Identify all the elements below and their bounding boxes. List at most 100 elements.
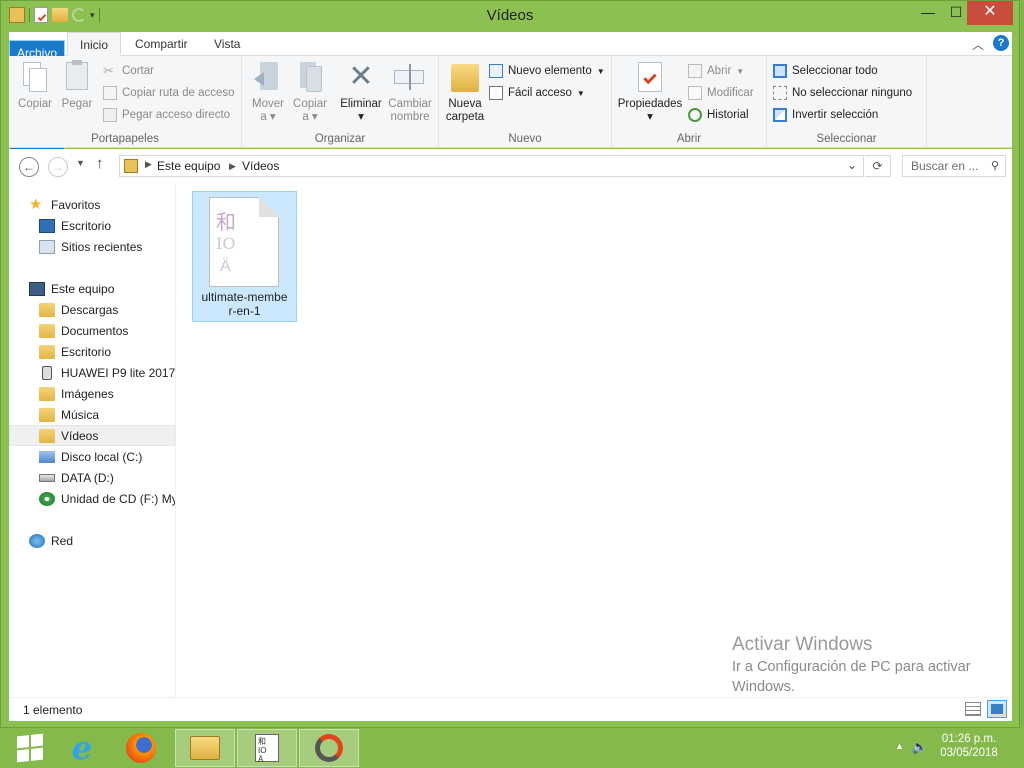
address-dropdown-chevron-icon[interactable]: ⌄ [847, 158, 857, 172]
history-button[interactable]: Historial [688, 106, 749, 124]
back-button[interactable]: ← [19, 157, 39, 177]
easy-access-button[interactable]: Fácil acceso ▼ [489, 84, 585, 102]
volume-icon[interactable]: 🔈 [912, 739, 928, 755]
taskbar-notepad[interactable]: 和 IO Ä [237, 729, 297, 767]
nav-item-musica[interactable]: Música [9, 404, 175, 425]
address-input[interactable]: ▶ Este equipo ▶ Vídeos ⌄ [119, 155, 864, 177]
item-count: 1 elemento [23, 703, 83, 717]
nav-item-escritorio[interactable]: Escritorio [9, 215, 175, 236]
move-to-button[interactable]: Mover a ▾ [248, 60, 288, 124]
taskbar-file-explorer[interactable] [175, 729, 235, 767]
cut-button[interactable]: ✂ Cortar [103, 62, 154, 80]
nav-label: Este equipo [51, 281, 115, 296]
tab-vista[interactable]: Vista [201, 32, 253, 56]
nav-label: Música [61, 407, 100, 422]
minimize-button[interactable]: — [913, 1, 943, 25]
paste-shortcut-icon [103, 108, 117, 122]
show-hidden-icons-button[interactable]: ▲ [895, 741, 904, 751]
refresh-button[interactable]: ⟳ [865, 155, 891, 177]
delete-button[interactable]: ✕ Eliminar ▾ [338, 60, 384, 124]
copy-to-icon [294, 60, 326, 94]
taskbar: e 和 IO Ä ▲ 🔈 01:26 p.m. 03/05/2018 [0, 728, 1024, 768]
up-button[interactable]: ↑ [96, 155, 104, 172]
edit-button[interactable]: Modificar [688, 84, 754, 102]
new-item-button[interactable]: Nuevo elemento ▼ [489, 62, 605, 80]
clock-date: 03/05/2018 [940, 747, 998, 759]
copy-to-label-2: a [302, 111, 309, 123]
search-box[interactable]: Buscar en ... ⚲ [902, 155, 1006, 177]
nav-item-sitios-recientes[interactable]: Sitios recientes [9, 236, 175, 257]
copy-path-button[interactable]: Copiar ruta de acceso [103, 84, 235, 102]
chevron-down-icon: ▼ [576, 88, 585, 98]
nav-item-favoritos[interactable]: ★ Favoritos [9, 194, 175, 215]
forward-button[interactable]: → [48, 157, 68, 177]
internet-explorer-icon: e [71, 729, 93, 767]
nav-item-huawei[interactable]: HUAWEI P9 lite 2017 [9, 362, 175, 383]
taskbar-firefox[interactable] [111, 729, 171, 767]
paste-label: Pegar [61, 98, 93, 110]
cd-drive-icon [39, 491, 55, 506]
nav-item-red[interactable]: Red [9, 530, 175, 551]
nav-label: Descargas [61, 302, 119, 317]
tab-compartir[interactable]: Compartir [122, 32, 201, 56]
tab-inicio[interactable]: Inicio [67, 32, 121, 56]
details-view-icon[interactable] [965, 702, 981, 716]
rename-button[interactable]: Cambiar nombre [385, 60, 435, 124]
rename-label: Cambiar [388, 98, 432, 110]
nav-item-data-d[interactable]: DATA (D:) [9, 467, 175, 488]
select-none-button[interactable]: No seleccionar ninguno [773, 84, 912, 102]
nav-item-escritorio-2[interactable]: Escritorio [9, 341, 175, 362]
content-area: ★ Favoritos Escritorio Sitios recientes E… [9, 183, 1012, 697]
large-icons-view-icon[interactable] [987, 700, 1007, 718]
nav-item-descargas[interactable]: Descargas [9, 299, 175, 320]
ribbon-tabs: Archivo Inicio Compartir Vista ︿ ? [9, 32, 1012, 171]
group-nuevo: Nueva carpeta Nuevo elemento ▼ Fácil acces… [439, 56, 612, 148]
star-icon: ★ [29, 195, 43, 213]
recent-locations-chevron-icon[interactable]: ▼ [76, 158, 85, 168]
help-icon[interactable]: ? [993, 35, 1009, 51]
file-explorer-icon [190, 736, 220, 760]
window-title: Vídeos [486, 7, 534, 24]
sync-app-icon [315, 734, 343, 762]
new-folder-label: Nueva [448, 98, 482, 110]
nav-item-disco-c[interactable]: Disco local (C:) [9, 446, 175, 467]
clock-time: 01:26 p.m. [941, 733, 997, 745]
copy-to-button[interactable]: Copiar a ▾ [290, 60, 330, 124]
move-to-label-2: a [260, 111, 267, 123]
cut-label: Cortar [122, 65, 154, 77]
close-button[interactable]: ✕ [967, 1, 1013, 25]
chevron-right-icon: ▶ [229, 161, 236, 171]
document-glyph: IO [216, 234, 236, 253]
nav-item-este-equipo[interactable]: Este equipo [9, 278, 175, 299]
new-folder-button[interactable]: Nueva carpeta [443, 60, 487, 124]
group-seleccionar: Seleccionar todo No seleccionar ninguno … [767, 56, 927, 148]
desktop-icon [39, 218, 55, 233]
breadcrumb-videos[interactable]: Vídeos [242, 159, 279, 173]
taskbar-app[interactable] [299, 729, 359, 767]
move-to-label: Mover [252, 98, 284, 110]
paste-shortcut-button[interactable]: Pegar acceso directo [103, 106, 230, 124]
nav-item-documentos[interactable]: Documentos [9, 320, 175, 341]
copy-button[interactable]: Copiar [15, 60, 55, 111]
taskbar-internet-explorer[interactable]: e [52, 729, 112, 767]
nav-item-imagenes[interactable]: Imágenes [9, 383, 175, 404]
recent-places-icon [39, 239, 55, 254]
videos-folder-icon [39, 428, 55, 443]
select-all-button[interactable]: Seleccionar todo [773, 62, 878, 80]
nav-label: HUAWEI P9 lite 2017 [61, 365, 175, 380]
copy-label: Copiar [18, 98, 52, 110]
nav-label: Escritorio [61, 218, 112, 233]
file-item[interactable]: 和 IO Ä ultimate-membe r-en-1 [192, 191, 297, 322]
start-button[interactable] [0, 729, 60, 767]
paste-button[interactable]: Pegar [57, 60, 97, 111]
clock[interactable]: 01:26 p.m. 03/05/2018 [934, 733, 1004, 759]
collapse-ribbon-icon[interactable]: ︿ [972, 36, 984, 53]
nav-item-videos[interactable]: Vídeos [9, 425, 175, 446]
open-button[interactable]: Abrir ▼ [688, 62, 744, 80]
delete-icon: ✕ [348, 60, 374, 93]
invert-selection-button[interactable]: Invertir selección [773, 106, 878, 124]
ribbon: Copiar Pegar ✂ Cortar Copiar ruta de acce… [9, 56, 1012, 148]
properties-button[interactable]: Propiedades ▾ [616, 60, 684, 124]
breadcrumb-este-equipo[interactable]: Este equipo [157, 159, 220, 173]
nav-item-cd-f[interactable]: Unidad de CD (F:) My [9, 488, 175, 509]
